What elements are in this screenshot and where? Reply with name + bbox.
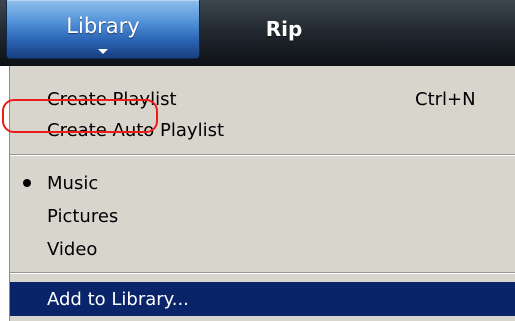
- annotation-highlight-ring: [2, 99, 158, 133]
- media-toolbar: Library Rip: [0, 0, 515, 66]
- dropdown-arrow-icon: [98, 49, 108, 54]
- menu-item-label: Music: [47, 172, 99, 194]
- tab-rip-label: Rip: [265, 17, 303, 41]
- menu-item-label: Pictures: [47, 205, 119, 227]
- menu-item-shortcut: Ctrl+N: [415, 88, 476, 110]
- menu-item-label: Video: [47, 238, 98, 260]
- menu-item-video[interactable]: Video: [10, 233, 515, 265]
- menu-item-music[interactable]: Music: [10, 167, 515, 199]
- tab-rip[interactable]: Rip: [214, 0, 354, 58]
- tab-library-label: Library: [66, 14, 140, 38]
- menu-item-label: Add to Library...: [47, 288, 189, 310]
- menu-item-pictures[interactable]: Pictures: [10, 200, 515, 232]
- menu-separator: [10, 154, 515, 156]
- radio-bullet-icon: [23, 179, 31, 187]
- menu-item-add-to-library[interactable]: Add to Library...: [10, 282, 515, 316]
- tab-library[interactable]: Library: [6, 0, 200, 59]
- menu-separator: [10, 272, 515, 274]
